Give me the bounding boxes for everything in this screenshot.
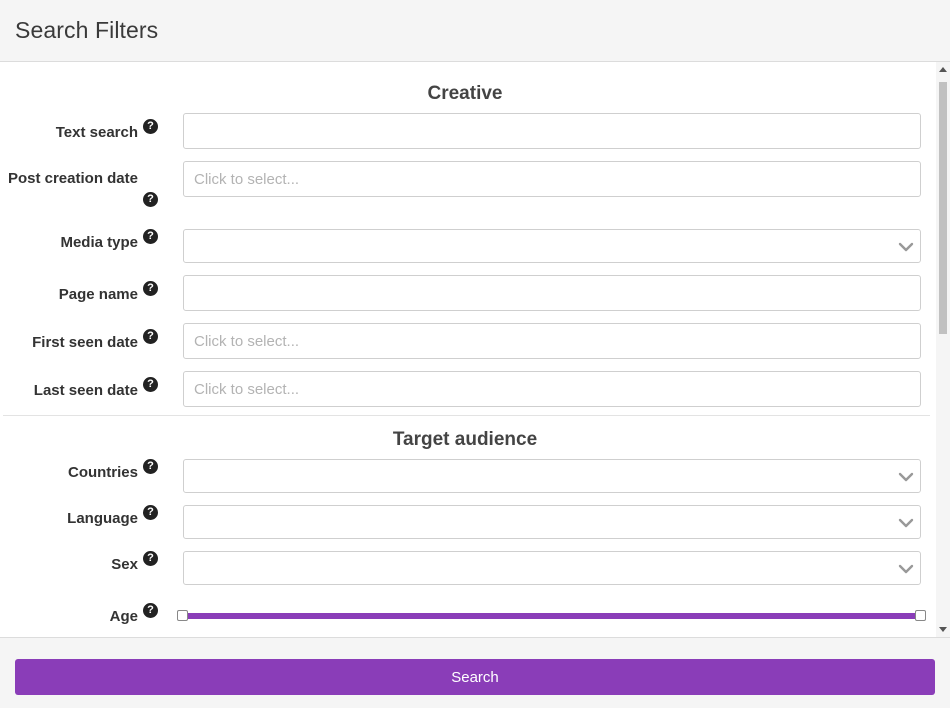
chevron-down-icon [898,242,914,252]
age-min-handle[interactable] [177,610,188,621]
question-circle-icon[interactable]: ? [143,377,158,392]
label-age: Age [109,608,138,625]
first-seen-date-placeholder: Click to select... [194,333,300,350]
filters-content: Creative Text search ? Post creation dat… [0,62,930,637]
post-creation-date-picker[interactable]: Click to select... [183,161,921,197]
question-circle-icon[interactable]: ? [143,459,158,474]
section-divider [3,415,930,416]
question-circle-icon[interactable]: ? [143,603,158,618]
label-text-search: Text search [55,124,138,141]
scroll-up-arrow-icon[interactable] [939,67,947,72]
question-circle-icon[interactable]: ? [143,551,158,566]
sex-select[interactable] [183,551,921,585]
question-circle-icon[interactable]: ? [143,281,158,296]
question-circle-icon[interactable]: ? [143,229,158,244]
question-circle-icon[interactable]: ? [143,329,158,344]
chevron-down-icon [898,564,914,574]
label-post-creation-date: Post creation date [7,170,138,187]
text-search-input[interactable] [183,113,921,149]
section-title-creative: Creative [427,83,503,104]
age-range-slider-track[interactable] [186,613,916,619]
media-type-select[interactable] [183,229,921,263]
question-circle-icon[interactable]: ? [143,192,158,207]
countries-select[interactable] [183,459,921,493]
scrollbar-thumb[interactable] [939,82,947,334]
vertical-scrollbar[interactable] [936,62,950,637]
footer-bar: Search [0,637,950,708]
scroll-down-arrow-icon[interactable] [939,627,947,632]
label-last-seen-date: Last seen date [33,382,138,399]
label-language: Language [67,510,138,527]
question-circle-icon[interactable]: ? [143,119,158,134]
age-max-handle[interactable] [915,610,926,621]
question-circle-icon[interactable]: ? [143,505,158,520]
label-page-name: Page name [58,286,138,303]
label-sex: Sex [111,556,138,573]
post-creation-date-placeholder: Click to select... [194,171,300,188]
label-countries: Countries [67,464,138,481]
filters-scroll-area[interactable]: Creative Text search ? Post creation dat… [0,62,950,637]
search-button[interactable]: Search [15,659,935,695]
last-seen-date-placeholder: Click to select... [194,381,300,398]
chevron-down-icon [898,472,914,482]
last-seen-date-picker[interactable]: Click to select... [183,371,921,407]
label-first-seen-date: First seen date [32,334,138,351]
first-seen-date-picker[interactable]: Click to select... [183,323,921,359]
label-media-type: Media type [60,234,138,251]
page-title: Search Filters [15,17,159,43]
page-name-input[interactable] [183,275,921,311]
language-select[interactable] [183,505,921,539]
header-bar: Search Filters [0,0,950,62]
section-title-target-audience: Target audience [392,429,538,450]
chevron-down-icon [898,518,914,528]
